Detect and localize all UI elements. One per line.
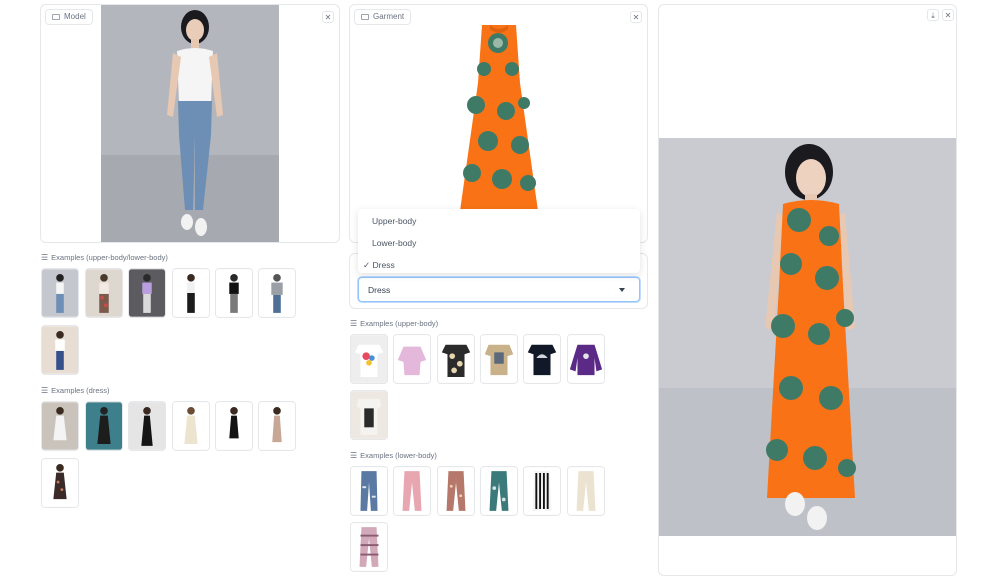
selected-garment-type: Dress: [368, 285, 391, 295]
result-image-panel: ⤓ ✕: [658, 4, 957, 576]
garment-image-panel[interactable]: Garment ✕: [349, 4, 648, 243]
example-thumbnail[interactable]: [393, 334, 431, 384]
example-thumbnail[interactable]: [172, 401, 210, 451]
image-icon: [52, 14, 60, 20]
garment-examples-upper-label: ☰ Examples (upper-body): [350, 319, 439, 328]
example-thumbnail[interactable]: [215, 401, 253, 451]
option-dress[interactable]: ✓ Dress: [363, 260, 395, 271]
list-icon: ☰: [350, 319, 358, 328]
example-thumbnail[interactable]: [128, 268, 166, 318]
example-thumbnail[interactable]: [41, 268, 79, 318]
model-image-panel[interactable]: Model ✕: [40, 4, 340, 243]
garment-type-dropdown: Upper-body Lower-body ✓ Dress: [358, 209, 640, 273]
model-examples-upper-lower-label: ☰ Examples (upper-body/lower-body): [41, 253, 168, 262]
example-thumbnail[interactable]: [567, 334, 605, 384]
example-thumbnail[interactable]: [85, 401, 123, 451]
clear-model-button[interactable]: ✕: [322, 11, 334, 23]
example-thumbnail[interactable]: [41, 325, 79, 375]
example-thumbnail[interactable]: [172, 268, 210, 318]
garment-type-select[interactable]: Dress: [358, 277, 640, 302]
example-thumbnail[interactable]: [350, 334, 388, 384]
example-thumbnail[interactable]: [350, 466, 388, 516]
example-thumbnail[interactable]: [523, 334, 561, 384]
example-thumbnail[interactable]: [480, 466, 518, 516]
example-thumbnail[interactable]: [128, 401, 166, 451]
example-thumbnail[interactable]: [215, 268, 253, 318]
example-thumbnail[interactable]: [350, 390, 388, 440]
example-thumbnail[interactable]: [393, 466, 431, 516]
example-thumbnail[interactable]: [480, 334, 518, 384]
garment-examples-lower-label: ☰ Examples (lower-body): [350, 451, 437, 460]
download-icon[interactable]: ⤓: [927, 9, 939, 21]
option-upper-body[interactable]: Upper-body: [372, 216, 416, 226]
clear-garment-button[interactable]: ✕: [630, 11, 642, 23]
close-icon[interactable]: ✕: [942, 9, 954, 21]
check-icon: ✓: [363, 260, 371, 270]
example-thumbnail[interactable]: [258, 268, 296, 318]
list-icon: ☰: [41, 253, 49, 262]
example-thumbnail[interactable]: [41, 401, 79, 451]
garment-label: Garment: [354, 9, 412, 25]
garment-photo: [460, 25, 538, 211]
option-lower-body[interactable]: Lower-body: [372, 238, 416, 248]
example-thumbnail[interactable]: [85, 268, 123, 318]
example-thumbnail[interactable]: [523, 466, 561, 516]
example-thumbnail[interactable]: [437, 334, 475, 384]
model-examples-dress-label: ☰ Examples (dress): [41, 386, 110, 395]
list-icon: ☰: [41, 386, 49, 395]
model-label: Model: [45, 9, 93, 25]
image-icon: [361, 14, 369, 20]
chevron-down-icon[interactable]: [619, 288, 625, 292]
example-thumbnail[interactable]: [437, 466, 475, 516]
example-thumbnail[interactable]: [567, 466, 605, 516]
example-thumbnail[interactable]: [258, 401, 296, 451]
list-icon: ☰: [350, 451, 358, 460]
example-thumbnail[interactable]: [41, 458, 79, 508]
example-thumbnail[interactable]: [350, 522, 388, 572]
result-photo: [659, 138, 956, 536]
model-photo: [101, 5, 279, 242]
